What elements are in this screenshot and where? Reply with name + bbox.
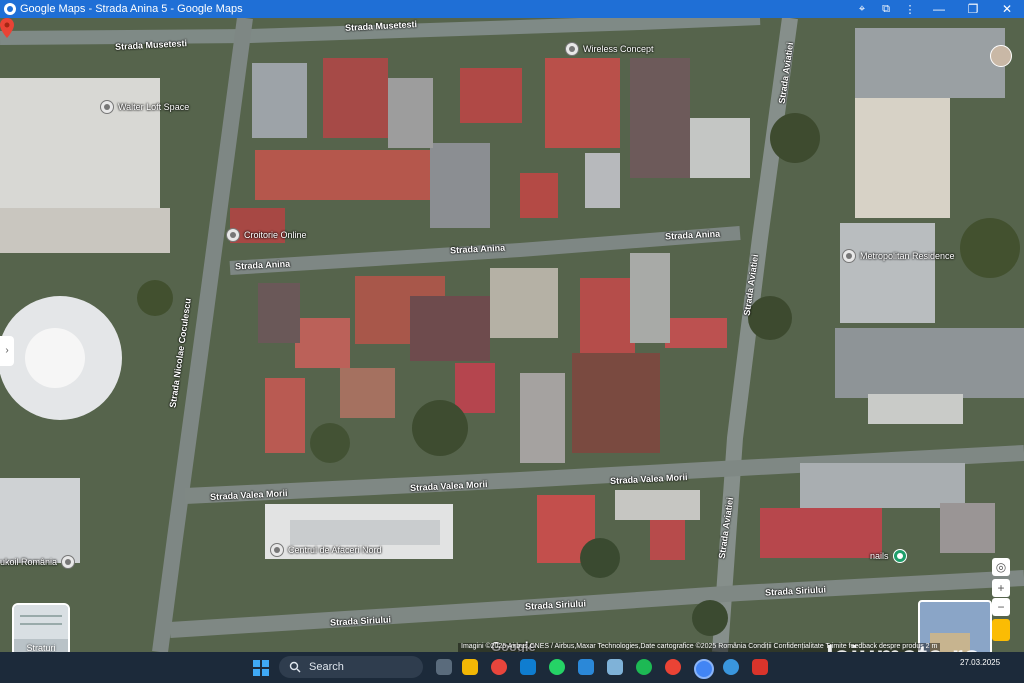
chrome-icon[interactable] xyxy=(491,659,507,675)
layers-button[interactable]: Straturi xyxy=(12,603,70,652)
photos-icon[interactable] xyxy=(607,659,623,675)
location-pin-icon[interactable] xyxy=(0,18,14,38)
poi-nails[interactable]: nails xyxy=(870,549,907,563)
taskbar: Search xyxy=(0,652,1024,683)
poi-wireless-concept[interactable]: Wireless Concept xyxy=(565,42,654,56)
window-titlebar: Google Maps - Strada Anina 5 - Google Ma… xyxy=(0,0,1024,18)
place-icon xyxy=(270,543,284,557)
nails-icon xyxy=(892,549,907,563)
poi-ukoil-romania[interactable]: ukoil România xyxy=(0,555,76,569)
location-icon[interactable]: ⌖ xyxy=(850,3,874,16)
place-icon xyxy=(842,249,856,263)
place-icon xyxy=(226,228,240,242)
task-view-icon[interactable] xyxy=(436,659,452,675)
pegman-icon[interactable] xyxy=(992,619,1010,641)
satellite-map[interactable]: Strada Musetesti Strada Musetesti Strada… xyxy=(0,18,1024,652)
maps-pin-icon[interactable] xyxy=(665,659,681,675)
place-icon xyxy=(565,42,579,56)
google-maps-active-icon[interactable] xyxy=(694,659,714,679)
windows-start-icon[interactable] xyxy=(253,660,269,676)
file-explorer-icon[interactable] xyxy=(462,659,478,675)
window-title: Google Maps - Strada Anina 5 - Google Ma… xyxy=(20,3,243,15)
zoom-in-button[interactable]: + xyxy=(992,579,1010,597)
poi-centrul-de-afaceri-nord[interactable]: Centrul de Afaceri Nord xyxy=(270,543,382,557)
edge-icon[interactable] xyxy=(723,659,739,675)
poi-metropolitan-residence[interactable]: Metropolitan Residence xyxy=(842,249,955,263)
maximize-button[interactable]: ❐ xyxy=(956,2,990,16)
todo-icon[interactable] xyxy=(578,659,594,675)
search-icon xyxy=(289,661,301,673)
search-placeholder: Search xyxy=(309,661,344,673)
zoom-out-button[interactable]: − xyxy=(992,598,1010,616)
sidebar-toggle-button[interactable]: › xyxy=(0,336,14,366)
my-location-button[interactable]: ◎ xyxy=(992,558,1010,576)
layers-thumbnail xyxy=(14,605,68,639)
more-options-icon[interactable]: ⋮ xyxy=(898,3,922,16)
spotify-icon[interactable] xyxy=(636,659,652,675)
close-button[interactable]: ✕ xyxy=(990,2,1024,16)
pdf-reader-icon[interactable] xyxy=(752,659,768,675)
google-maps-app-icon xyxy=(4,3,16,15)
whatsapp-icon[interactable] xyxy=(549,659,565,675)
place-icon xyxy=(61,555,76,569)
user-avatar[interactable] xyxy=(990,45,1012,67)
poi-walter-loft-space[interactable]: Walter Loft Space xyxy=(100,100,189,114)
minimize-button[interactable]: — xyxy=(922,2,956,16)
place-icon xyxy=(100,100,114,114)
taskbar-date: 27.03.2025 xyxy=(960,658,1001,667)
taskbar-search-box[interactable]: Search xyxy=(279,656,423,678)
layers-label: Straturi xyxy=(26,643,56,652)
poi-croitorie-online[interactable]: Croitorie Online xyxy=(226,228,307,242)
outlook-icon[interactable] xyxy=(520,659,536,675)
extensions-icon[interactable]: ⧉ xyxy=(874,3,898,16)
